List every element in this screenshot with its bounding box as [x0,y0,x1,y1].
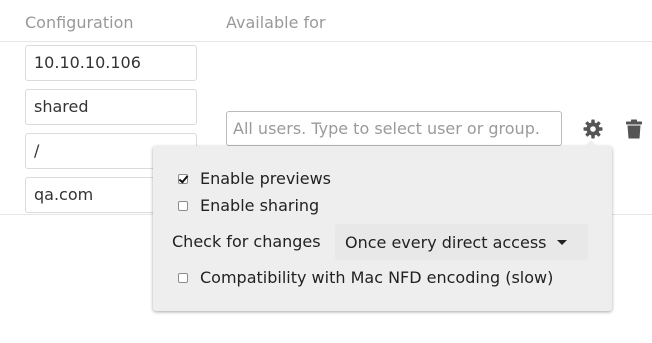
enable-sharing-checkbox[interactable] [178,200,188,211]
enable-previews-checkbox[interactable] [178,173,188,184]
enable-sharing-option[interactable]: Enable sharing [178,196,319,215]
header-divider [0,41,652,42]
check-for-changes-label: Check for changes [172,232,321,251]
check-for-changes-select[interactable]: Once every direct access [335,224,588,260]
mac-nfd-option[interactable]: Compatibility with Mac NFD encoding (slo… [178,268,553,287]
enable-previews-option[interactable]: Enable previews [178,169,331,188]
external-storage-panel: Configuration Available for 10.10.10.106… [0,0,652,343]
available-for-column-header: Available for [226,13,326,32]
gear-icon[interactable] [582,118,604,140]
chevron-down-icon [556,239,567,245]
enable-sharing-label: Enable sharing [200,196,320,215]
mac-nfd-checkbox[interactable] [178,272,188,283]
check-for-changes-value: Once every direct access [345,232,547,252]
enable-previews-label: Enable previews [200,169,331,188]
trash-icon[interactable] [623,118,645,140]
configuration-column-header: Configuration [25,13,134,32]
mac-nfd-label: Compatibility with Mac NFD encoding (slo… [200,268,554,287]
share-field[interactable]: shared [25,89,197,125]
popover-arrow [584,140,598,147]
available-for-input[interactable]: All users. Type to select user or group. [226,111,562,146]
host-field[interactable]: 10.10.10.106 [25,45,197,81]
